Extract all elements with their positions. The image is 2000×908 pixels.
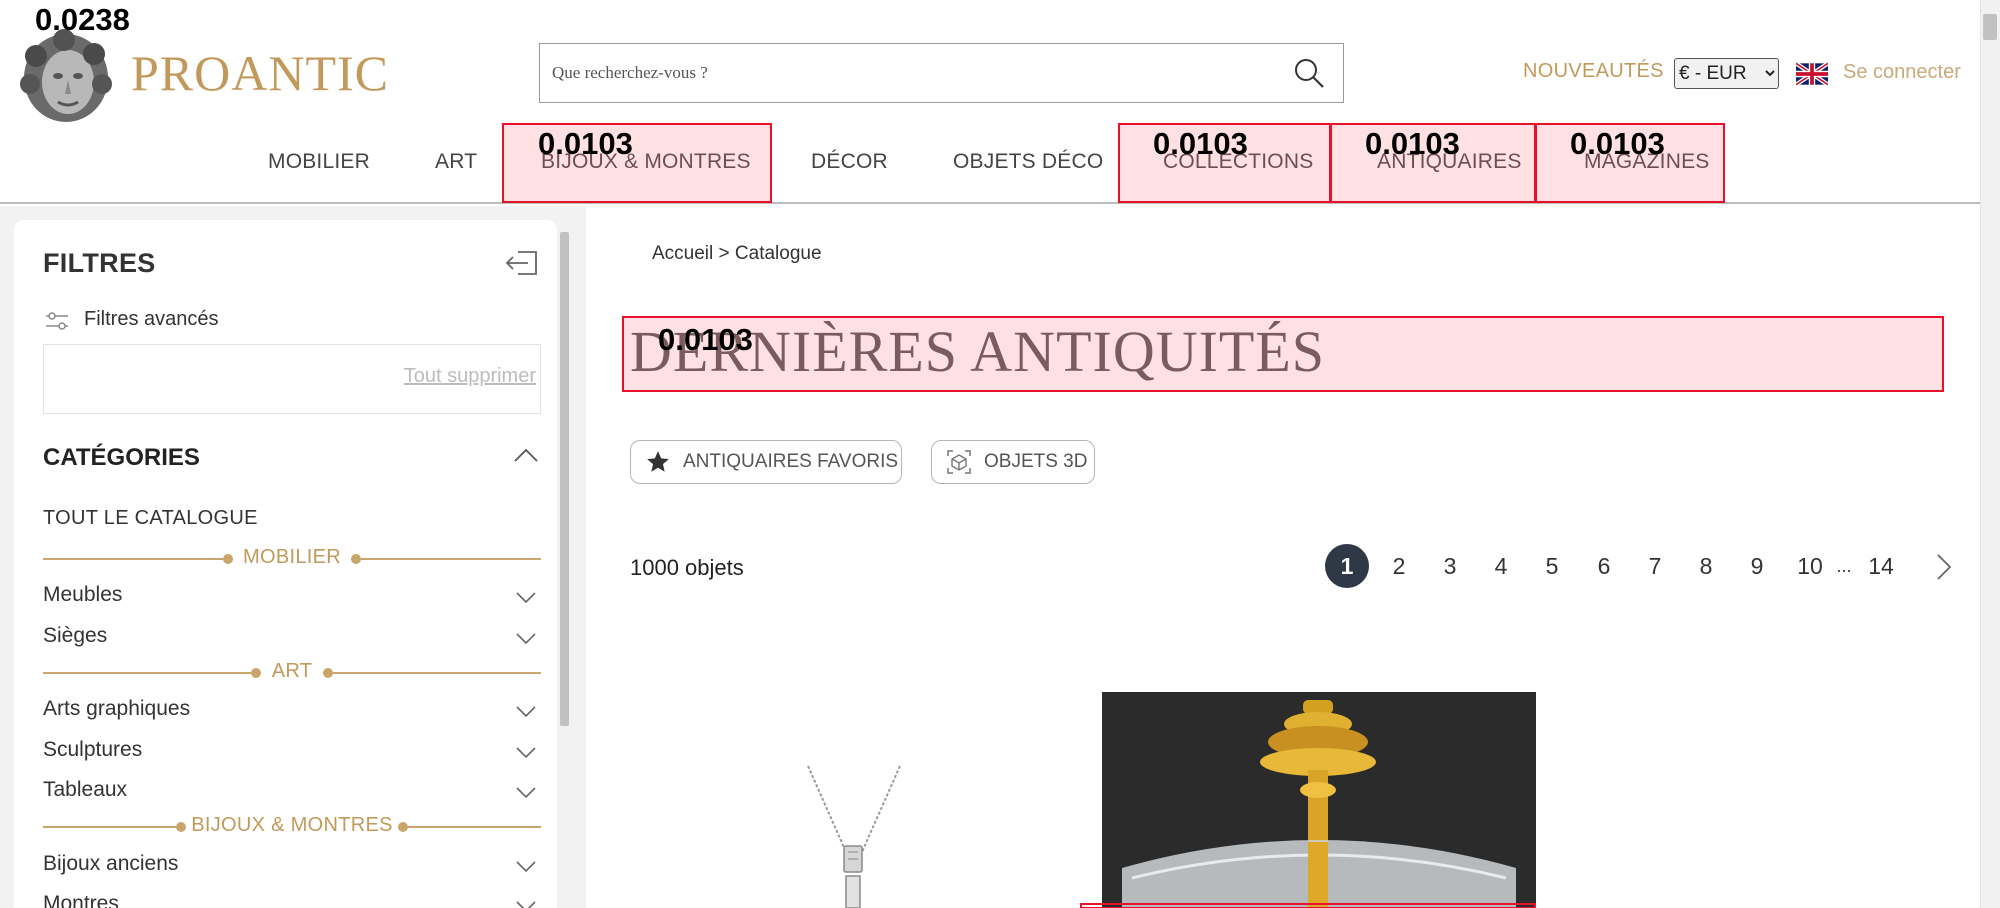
uk-flag-icon[interactable] xyxy=(1796,62,1828,86)
page-3[interactable]: 3 xyxy=(1438,544,1462,588)
necklace-image xyxy=(807,765,901,908)
category-name: Sculptures xyxy=(43,738,143,761)
page-14[interactable]: 14 xyxy=(1863,544,1899,588)
category-name: Tableaux xyxy=(43,778,128,801)
results-count: 1000 objets xyxy=(630,555,744,580)
section-divider-art: ART xyxy=(43,660,541,685)
filters-sidebar-panel: FILTRES Filtres avancés Tout supprimer C… xyxy=(0,206,586,908)
pill-label: OBJETS 3D xyxy=(984,451,1088,472)
page-scrollbar-track[interactable] xyxy=(1980,0,2000,908)
section-label: MOBILIER xyxy=(243,546,341,568)
nav-item-decor[interactable]: DÉCOR xyxy=(811,150,888,174)
category-name: Meubles xyxy=(43,583,123,606)
medusa-logo-icon[interactable] xyxy=(16,26,116,126)
category-name: Montres xyxy=(43,892,119,908)
category-item[interactable]: Meubles xyxy=(43,583,541,613)
breadcrumb[interactable]: Accueil > Catalogue xyxy=(652,243,822,265)
search-input[interactable] xyxy=(540,44,1280,101)
next-page-icon[interactable] xyxy=(1934,553,1954,581)
clear-all-filters-link[interactable]: Tout supprimer xyxy=(404,365,536,388)
gilt-bronze-object-image xyxy=(1102,692,1536,908)
category-item[interactable]: Bijoux anciens xyxy=(43,852,541,882)
chevron-down-icon[interactable] xyxy=(515,746,537,760)
chevron-down-icon[interactable] xyxy=(515,632,537,646)
overlay-box-title xyxy=(622,316,1944,392)
category-item[interactable]: Sièges xyxy=(43,624,541,654)
section-divider-bijoux-montres: BIJOUX & MONTRES xyxy=(43,814,541,839)
page-7[interactable]: 7 xyxy=(1643,544,1667,588)
login-link[interactable]: Se connecter xyxy=(1843,61,1961,84)
sidebar-scrollbar[interactable] xyxy=(560,232,569,726)
brand-name[interactable]: PROANTIC xyxy=(131,44,389,102)
category-item[interactable]: Sculptures xyxy=(43,738,541,768)
page-6[interactable]: 6 xyxy=(1592,544,1616,588)
chevron-up-icon[interactable] xyxy=(512,445,540,465)
favorite-dealers-button[interactable]: ANTIQUAIRES FAVORIS xyxy=(630,440,902,484)
section-divider-mobilier: MOBILIER xyxy=(43,546,541,571)
section-label: ART xyxy=(271,660,313,682)
currency-select[interactable]: € - EUR xyxy=(1674,58,1779,89)
search-bar[interactable] xyxy=(539,43,1344,103)
overlay-box-card xyxy=(1080,903,1536,908)
page-1[interactable]: 1 xyxy=(1325,544,1369,588)
collapse-sidebar-icon[interactable] xyxy=(504,248,540,278)
overlay-score-bijoux: 0.0103 xyxy=(538,126,633,161)
overlay-score-logo: 0.0238 xyxy=(35,2,130,37)
product-card-gilt-bronze-crystal[interactable] xyxy=(1102,692,1536,908)
overlay-score-collections: 0.0103 xyxy=(1153,126,1248,161)
new-items-link[interactable]: NOUVEAUTÉS xyxy=(1523,60,1664,83)
nav-item-art[interactable]: ART xyxy=(435,150,477,174)
overlay-score-magazines: 0.0103 xyxy=(1570,126,1665,161)
page-5[interactable]: 5 xyxy=(1540,544,1564,588)
chevron-down-icon[interactable] xyxy=(515,860,537,874)
page-10[interactable]: 10 xyxy=(1792,544,1828,588)
category-item[interactable]: Tableaux xyxy=(43,778,541,808)
page-2[interactable]: 2 xyxy=(1387,544,1411,588)
star-icon xyxy=(647,451,669,472)
page-ellipsis: ... xyxy=(1836,556,1852,576)
all-catalogue-link[interactable]: TOUT LE CATALOGUE xyxy=(43,507,258,530)
chevron-down-icon[interactable] xyxy=(515,591,537,605)
search-icon[interactable] xyxy=(1293,57,1325,89)
chevron-down-icon[interactable] xyxy=(515,900,537,908)
chevron-down-icon[interactable] xyxy=(515,705,537,719)
pill-label: ANTIQUAIRES FAVORIS xyxy=(683,451,899,472)
page-scrollbar-thumb[interactable] xyxy=(1983,14,1997,40)
category-item[interactable]: Arts graphiques xyxy=(43,697,541,727)
3d-cube-icon xyxy=(947,450,971,474)
category-name: Arts graphiques xyxy=(43,697,191,720)
page-8[interactable]: 8 xyxy=(1694,544,1718,588)
filters-sidebar: FILTRES Filtres avancés Tout supprimer C… xyxy=(14,220,557,908)
nav-item-mobilier[interactable]: MOBILIER xyxy=(268,150,370,174)
sliders-icon[interactable] xyxy=(44,310,70,332)
3d-objects-button[interactable]: OBJETS 3D xyxy=(931,440,1095,484)
category-item[interactable]: Montres xyxy=(43,892,541,908)
product-card-necklace[interactable] xyxy=(630,692,1070,908)
categories-title[interactable]: CATÉGORIES xyxy=(43,444,200,472)
chevron-down-icon[interactable] xyxy=(515,786,537,800)
pagination: 1 2 3 4 5 6 7 8 9 10 ... 14 xyxy=(1322,544,1962,588)
page-4[interactable]: 4 xyxy=(1489,544,1513,588)
overlay-score-title: 0.0103 xyxy=(658,322,753,357)
advanced-filters-link[interactable]: Filtres avancés xyxy=(84,308,219,331)
nav-item-objets-deco[interactable]: OBJETS DÉCO xyxy=(953,150,1103,174)
filters-title: FILTRES xyxy=(43,248,156,278)
overlay-score-antiquaires: 0.0103 xyxy=(1365,126,1460,161)
category-name: Bijoux anciens xyxy=(43,852,179,875)
category-name: Sièges xyxy=(43,624,108,647)
active-filters-box: Tout supprimer xyxy=(43,344,541,414)
page-9[interactable]: 9 xyxy=(1745,544,1769,588)
section-label: BIJOUX & MONTRES xyxy=(191,814,393,836)
